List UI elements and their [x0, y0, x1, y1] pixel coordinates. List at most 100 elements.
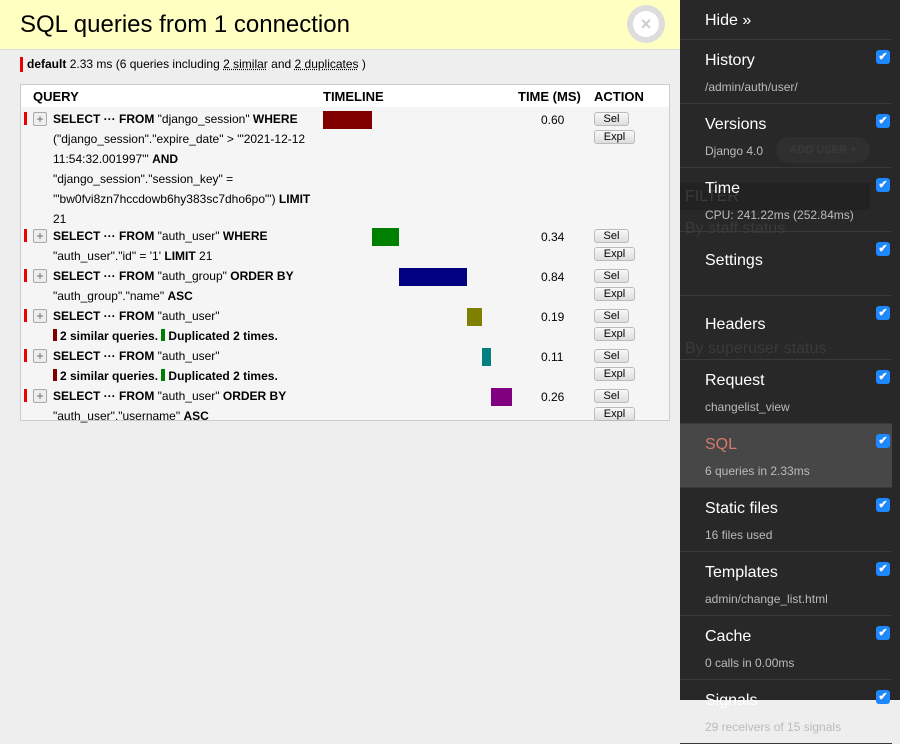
sidebar-item-time[interactable]: Time CPU: 241.22ms (252.84ms) ✔	[680, 168, 892, 232]
sql-text: "auth_user"	[154, 229, 223, 243]
sidebar-item-static-files[interactable]: Static files 16 files used ✔	[680, 488, 892, 552]
expand-query-toggle[interactable]: +	[33, 309, 47, 323]
similar-color-marker	[53, 369, 57, 381]
panel-enabled-checkbox[interactable]: ✔	[876, 370, 890, 384]
panel-enabled-checkbox[interactable]: ✔	[876, 498, 890, 512]
query-time: 0.26	[541, 390, 565, 404]
timeline-bar	[371, 228, 399, 246]
close-button[interactable]: ×	[627, 5, 665, 43]
select-button[interactable]: Sel	[594, 269, 629, 283]
expand-query-toggle[interactable]: +	[33, 269, 47, 283]
duplicated-label: Duplicated 2 times.	[168, 369, 278, 383]
query-sql[interactable]: SELECT ··· FROM "auth_user" WHERE "auth_…	[53, 226, 323, 266]
panel-title: Signals	[705, 692, 758, 709]
connection-color-marker	[24, 112, 27, 125]
sql-panel: SQL queries from 1 connection × default …	[0, 0, 680, 700]
panel-enabled-checkbox[interactable]: ✔	[876, 242, 890, 256]
connection-color-marker	[24, 389, 27, 402]
explain-button[interactable]: Expl	[594, 407, 635, 421]
query-sql[interactable]: SELECT ··· FROM "django_session" WHERE (…	[53, 109, 323, 229]
hide-label: Hide »	[705, 12, 752, 29]
explain-button[interactable]: Expl	[594, 327, 635, 341]
panel-subtitle: 0 calls in 0.00ms	[705, 656, 795, 670]
panel-enabled-checkbox[interactable]: ✔	[876, 114, 890, 128]
panel-enabled-checkbox[interactable]: ✔	[876, 306, 890, 320]
sql-text: "auth_user"	[154, 389, 223, 403]
select-button[interactable]: Sel	[594, 229, 629, 243]
explain-button[interactable]: Expl	[594, 287, 635, 301]
select-button[interactable]: Sel	[594, 112, 629, 126]
connection-color-marker	[24, 229, 27, 242]
sql-keyword: ORDER BY	[222, 389, 287, 403]
close-icon: ×	[633, 11, 659, 37]
expand-query-toggle[interactable]: +	[33, 349, 47, 363]
query-sql[interactable]: SELECT ··· FROM "auth_user" ORDER BY "au…	[53, 386, 323, 426]
sql-text: "auth_group"	[154, 269, 231, 283]
panel-subtitle: changelist_view	[705, 400, 790, 414]
panel-title: Request	[705, 372, 765, 389]
duplicated-label: Duplicated 2 times.	[168, 329, 278, 343]
similar-color-marker	[53, 329, 57, 341]
sql-queries-table: QUERY TIMELINE TIME (MS) ACTION + SELECT …	[20, 84, 670, 423]
query-time: 0.34	[541, 230, 565, 244]
hide-toolbar-button[interactable]: Hide »	[680, 0, 892, 40]
similar-link[interactable]: 2 similar	[223, 57, 268, 71]
sidebar-item-request[interactable]: Request changelist_view ✔	[680, 360, 892, 424]
sidebar-item-history[interactable]: History/admin/auth/user/ ✔	[680, 40, 892, 104]
timeline-bar	[491, 388, 513, 406]
panel-subtitle: /admin/auth/user/	[705, 80, 798, 94]
connection-color-marker	[24, 309, 27, 322]
sql-keyword: ASC	[167, 289, 193, 303]
connection-color-marker	[24, 269, 27, 282]
summary-prefix: (6 queries including	[115, 57, 220, 71]
column-timeline: TIMELINE	[323, 89, 384, 104]
query-row: + SELECT ··· FROM "django_session" WHERE …	[21, 108, 669, 226]
expand-query-toggle[interactable]: +	[33, 389, 47, 403]
select-button[interactable]: Sel	[594, 389, 629, 403]
sql-text: "auth_user"."id" = '1'	[53, 249, 165, 263]
explain-button[interactable]: Expl	[594, 247, 635, 261]
sql-text: "auth_group"."name"	[53, 289, 168, 303]
expand-query-toggle[interactable]: +	[33, 112, 47, 126]
panel-enabled-checkbox[interactable]: ✔	[876, 562, 890, 576]
sql-keyword: SELECT ··· FROM	[53, 349, 155, 363]
sidebar-item-cache[interactable]: Cache 0 calls in 0.00ms ✔	[680, 616, 892, 680]
sql-text: "auth_user"."username"	[53, 409, 184, 423]
sql-keyword: ASC	[183, 409, 209, 423]
panel-enabled-checkbox[interactable]: ✔	[876, 626, 890, 640]
sql-keyword: SELECT ··· FROM	[53, 269, 155, 283]
panel-title: Settings	[705, 252, 763, 269]
sql-keyword: SELECT ··· FROM	[53, 229, 155, 243]
query-time: 0.60	[541, 113, 565, 127]
panel-enabled-checkbox[interactable]: ✔	[876, 50, 890, 64]
panel-enabled-checkbox[interactable]: ✔	[876, 178, 890, 192]
column-query: QUERY	[33, 89, 79, 104]
sql-keyword: SELECT ··· FROM	[53, 389, 155, 403]
panel-title: Templates	[705, 564, 778, 581]
timeline-bar	[466, 308, 483, 326]
expand-query-toggle[interactable]: +	[33, 229, 47, 243]
explain-button[interactable]: Expl	[594, 130, 635, 144]
sidebar-item-settings[interactable]: Settings ✔	[680, 232, 892, 296]
sql-keyword: WHERE	[252, 112, 298, 126]
panel-enabled-checkbox[interactable]: ✔	[876, 690, 890, 704]
sql-keyword: LIMIT	[278, 192, 311, 206]
sidebar-item-sql[interactable]: SQL 6 queries in 2.33ms ✔	[680, 424, 892, 488]
explain-button[interactable]: Expl	[594, 367, 635, 381]
query-sql[interactable]: SELECT ··· FROM "auth_group" ORDER BY "a…	[53, 266, 323, 306]
query-time: 0.11	[541, 350, 564, 364]
sidebar-item-headers[interactable]: Headers ✔	[680, 296, 892, 360]
panel-enabled-checkbox[interactable]: ✔	[876, 434, 890, 448]
sidebar-item-signals[interactable]: Signals 29 receivers of 15 signals ✔	[680, 680, 892, 744]
select-button[interactable]: Sel	[594, 349, 629, 363]
select-button[interactable]: Sel	[594, 309, 629, 323]
sidebar-item-versions[interactable]: Versions Django 4.0 ✔	[680, 104, 892, 168]
sql-text: 21	[195, 249, 213, 263]
sql-keyword: AND	[152, 152, 179, 166]
sidebar-item-templates[interactable]: Templates admin/change_list.html ✔	[680, 552, 892, 616]
query-sql[interactable]: SELECT ··· FROM "auth_user" 2 similar que…	[53, 306, 323, 346]
duplicates-link[interactable]: 2 duplicates	[295, 57, 359, 71]
sql-text: "auth_user"	[154, 349, 220, 363]
table-header: QUERY TIMELINE TIME (MS) ACTION	[21, 85, 669, 107]
query-sql[interactable]: SELECT ··· FROM "auth_user" 2 similar que…	[53, 346, 323, 386]
